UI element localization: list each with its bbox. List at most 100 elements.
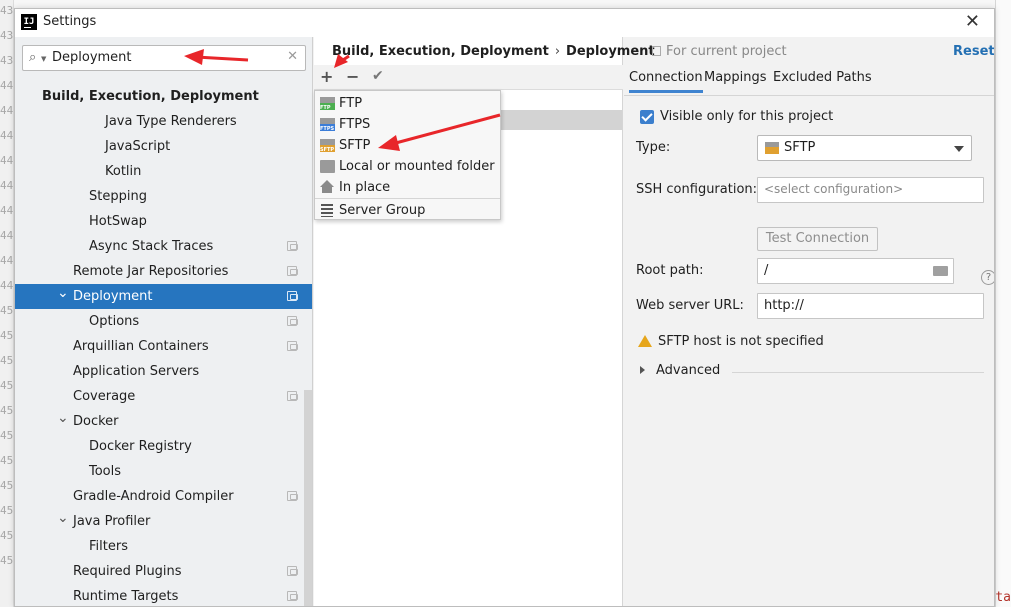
reset-link[interactable]: Reset — [953, 44, 994, 59]
tree-item-stepping[interactable]: Stepping — [15, 184, 312, 209]
tree-item-label: Java Type Renderers — [105, 114, 237, 129]
root-path-field[interactable]: / — [757, 258, 954, 284]
gutter-line-number: 45 — [0, 304, 14, 317]
add-server-button[interactable]: + — [320, 67, 333, 86]
browse-folder-icon[interactable] — [933, 266, 948, 276]
visible-only-checkbox[interactable] — [640, 110, 654, 124]
ssh-config-field[interactable]: <select configuration> — [757, 177, 984, 203]
breadcrumb-parent[interactable]: Build, Execution, Deployment — [332, 44, 549, 59]
gutter-line-number: 44 — [0, 179, 14, 192]
popup-divider — [315, 198, 500, 199]
title-bar: IJ Settings ✕ — [15, 9, 994, 37]
popup-item-local-folder[interactable]: Local or mounted folder — [315, 156, 500, 177]
remove-server-button[interactable]: − — [346, 67, 359, 86]
tab-mappings[interactable]: Mappings — [704, 70, 767, 85]
editor-gutter: 43 43 43 44 44 44 44 44 44 44 44 44 45 45 45 45 45 45 45 45… — [0, 0, 14, 607]
tree-item-filters[interactable]: Filters — [15, 534, 312, 559]
settings-tree: JavaJava Type RenderersJavaScriptKotlinS… — [15, 93, 312, 606]
close-icon[interactable]: ✕ — [965, 11, 980, 32]
root-path-value: / — [764, 263, 769, 278]
tree-item-label: Options — [89, 314, 140, 329]
apply-check-button[interactable]: ✔ — [372, 68, 384, 84]
tree-item-required-plugins[interactable]: Required Plugins — [15, 559, 312, 584]
tree-item-javascript[interactable]: JavaScript — [15, 134, 312, 159]
chevron-down-icon — [954, 146, 964, 152]
popup-item-in-place[interactable]: In place — [315, 177, 500, 198]
advanced-toggle[interactable]: Advanced — [656, 363, 720, 378]
server-list-panel: + − ✔ FTP FTP FTPS FTPS SFTP SFTP Local … — [314, 37, 623, 606]
search-options-icon[interactable]: ▼ — [41, 55, 46, 63]
type-label: Type: — [636, 140, 671, 155]
test-connection-button[interactable]: Test Connection — [757, 227, 878, 251]
tab-connection[interactable]: Connection — [629, 70, 703, 93]
project-level-icon — [287, 591, 298, 601]
settings-search-input[interactable]: ⌕ ▼ Deployment ✕ — [22, 45, 306, 71]
root-path-label: Root path: — [636, 263, 704, 278]
web-server-url-value: http:// — [764, 298, 804, 313]
tree-item-arquillian-containers[interactable]: Arquillian Containers — [15, 334, 312, 359]
project-level-icon — [287, 266, 298, 276]
tree-item-docker-registry[interactable]: Docker Registry — [15, 434, 312, 459]
tree-item-label: Arquillian Containers — [73, 339, 209, 354]
visible-only-label[interactable]: Visible only for this project — [660, 109, 833, 124]
tree-item-label: Java Profiler — [73, 514, 151, 529]
popup-item-sftp[interactable]: SFTP SFTP — [315, 135, 500, 156]
tree-item-java-type-renderers[interactable]: Java Type Renderers — [15, 109, 312, 134]
sftp-icon — [765, 142, 779, 154]
gutter-line-number: 45 — [0, 404, 14, 417]
popup-item-server-group[interactable]: Server Group — [315, 200, 500, 221]
tree-scrollbar[interactable] — [304, 390, 312, 606]
tree-item-async-stack-traces[interactable]: Async Stack Traces — [15, 234, 312, 259]
tree-item-runtime-targets[interactable]: Runtime Targets — [15, 584, 312, 606]
clear-search-icon[interactable]: ✕ — [287, 49, 298, 64]
gutter-line-number: 45 — [0, 504, 14, 517]
chevron-down-icon[interactable]: ⌄ — [57, 406, 69, 431]
ssh-config-placeholder: <select configuration> — [764, 182, 904, 196]
popup-item-ftp[interactable]: FTP FTP — [315, 93, 500, 114]
ftps-icon: FTPS — [320, 118, 335, 132]
home-icon-base — [322, 187, 332, 193]
gutter-line-number: 43 — [0, 4, 14, 17]
add-server-popup: FTP FTP FTPS FTPS SFTP SFTP Local or mou… — [314, 90, 501, 220]
tree-item-deployment[interactable]: ⌄ Deployment — [15, 284, 312, 309]
gutter-line-number: 43 — [0, 29, 14, 42]
tree-item-label: Deployment — [73, 289, 153, 304]
sftp-icon: SFTP — [320, 139, 335, 153]
tree-item-label: Tools — [89, 464, 122, 479]
search-icon: ⌕ — [29, 50, 37, 65]
advanced-divider — [732, 372, 984, 373]
tree-item-application-servers[interactable]: Application Servers — [15, 359, 312, 384]
server-config-panel: Connection Mappings Excluded Paths Visib… — [624, 37, 994, 606]
help-icon[interactable]: ? — [981, 270, 994, 285]
warning-text: SFTP host is not specified — [658, 334, 824, 349]
tab-excluded-paths[interactable]: Excluded Paths — [773, 70, 872, 85]
type-dropdown[interactable]: SFTP — [757, 135, 972, 161]
search-value: Deployment — [52, 50, 132, 65]
selected-server-row[interactable] — [500, 110, 622, 130]
expand-arrow-icon[interactable] — [640, 366, 645, 374]
gutter-line-number: 45 — [0, 429, 14, 442]
tree-item-java-profiler[interactable]: ⌄ Java Profiler — [15, 509, 312, 534]
chevron-down-icon[interactable]: ⌄ — [57, 506, 69, 531]
project-level-icon — [287, 291, 298, 301]
tree-item-kotlin[interactable]: Kotlin — [15, 159, 312, 184]
tree-item-tools[interactable]: Tools — [15, 459, 312, 484]
tree-item-docker[interactable]: ⌄ Docker — [15, 409, 312, 434]
tree-item-options[interactable]: Options — [15, 309, 312, 334]
editor-right-strip: ta — [995, 0, 1011, 607]
tree-item-label: Coverage — [73, 389, 136, 404]
chevron-down-icon[interactable]: ⌄ — [57, 281, 69, 306]
settings-navigation: ⌕ ▼ Deployment ✕ Build, Execution, Deplo… — [15, 37, 313, 606]
gutter-line-number: 45 — [0, 379, 14, 392]
breadcrumb-current: Deployment — [566, 44, 655, 59]
gutter-line-number: 45 — [0, 554, 14, 567]
ftp-icon: FTP — [320, 97, 335, 111]
type-value: SFTP — [784, 140, 816, 155]
web-server-url-field[interactable]: http:// — [757, 293, 984, 319]
tree-item-label: HotSwap — [89, 214, 147, 229]
popup-item-ftps[interactable]: FTPS FTPS — [315, 114, 500, 135]
gutter-line-number: 44 — [0, 154, 14, 167]
gutter-line-number: 44 — [0, 204, 14, 217]
server-list-toolbar: + − ✔ — [314, 65, 623, 90]
tree-item-hotswap[interactable]: HotSwap — [15, 209, 312, 234]
